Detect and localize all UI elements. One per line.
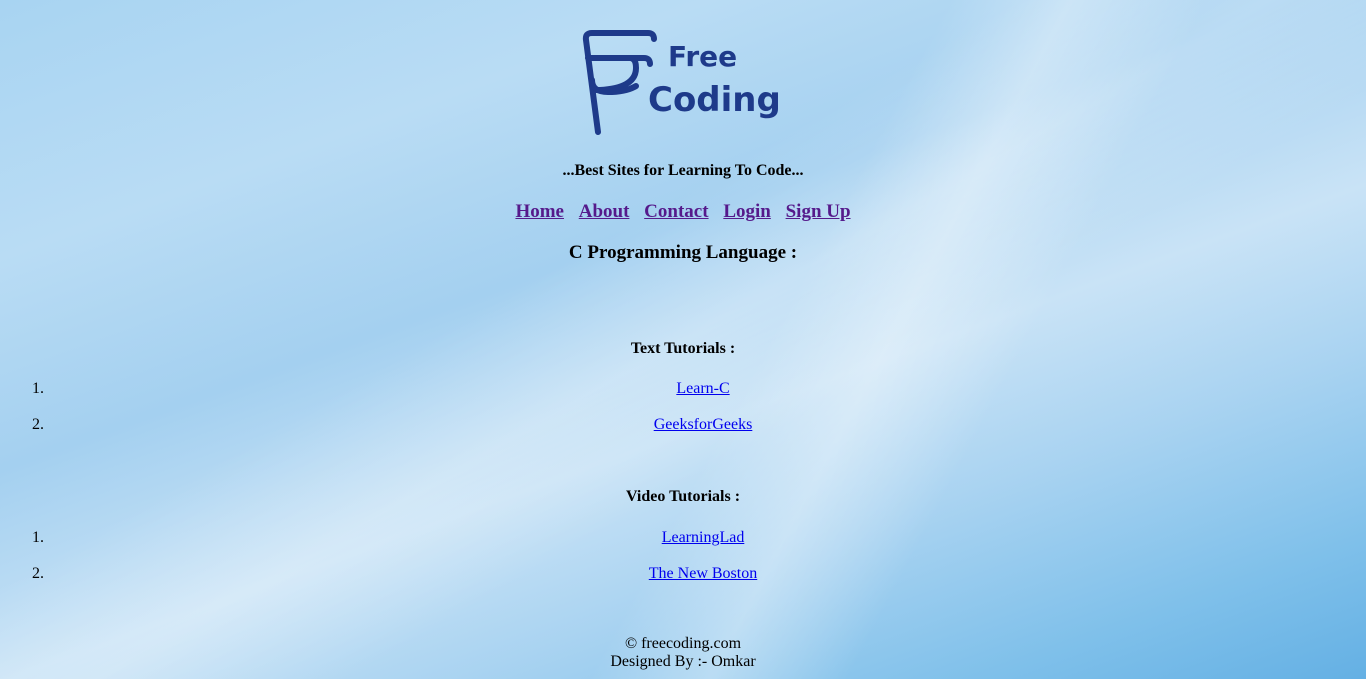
geeksforgeeks-link[interactable]: GeeksforGeeks: [654, 416, 753, 433]
list-item: 1. LearningLad: [0, 529, 1366, 549]
tagline: ...Best Sites for Learning To Code...: [562, 162, 804, 179]
learn-c-link[interactable]: Learn-C: [676, 380, 729, 397]
nav-login-link[interactable]: Login: [723, 201, 771, 222]
list-item: 1. Learn-C: [0, 380, 1366, 400]
video-tutorials-heading: Video Tutorials :: [625, 488, 741, 505]
main-nav: Home About Contact Login Sign Up: [0, 201, 1366, 223]
page: Free Coding ...Best Sites for Learning T…: [0, 0, 1366, 679]
logo-line1: Free: [668, 40, 737, 73]
nav-about-link[interactable]: About: [579, 201, 630, 222]
the-new-boston-link[interactable]: The New Boston: [649, 565, 757, 582]
learninglad-link[interactable]: LearningLad: [662, 529, 745, 546]
text-tutorials-heading: Text Tutorials :: [630, 340, 736, 357]
logo-line2: Coding: [648, 80, 781, 120]
list-item: 2. GeeksforGeeks: [0, 416, 1366, 436]
fc-monogram-icon: [582, 30, 657, 135]
nav-contact-link[interactable]: Contact: [644, 201, 708, 222]
nav-signup-link[interactable]: Sign Up: [786, 201, 851, 222]
nav-home-link[interactable]: Home: [515, 201, 564, 222]
list-item: 2. The New Boston: [0, 565, 1366, 585]
footer-designer: Designed By :- Omkar: [610, 653, 756, 670]
free-coding-logo[interactable]: Free Coding: [578, 28, 792, 138]
footer-copyright: © freecoding.com: [624, 635, 742, 652]
page-title: C Programming Language :: [568, 242, 798, 263]
